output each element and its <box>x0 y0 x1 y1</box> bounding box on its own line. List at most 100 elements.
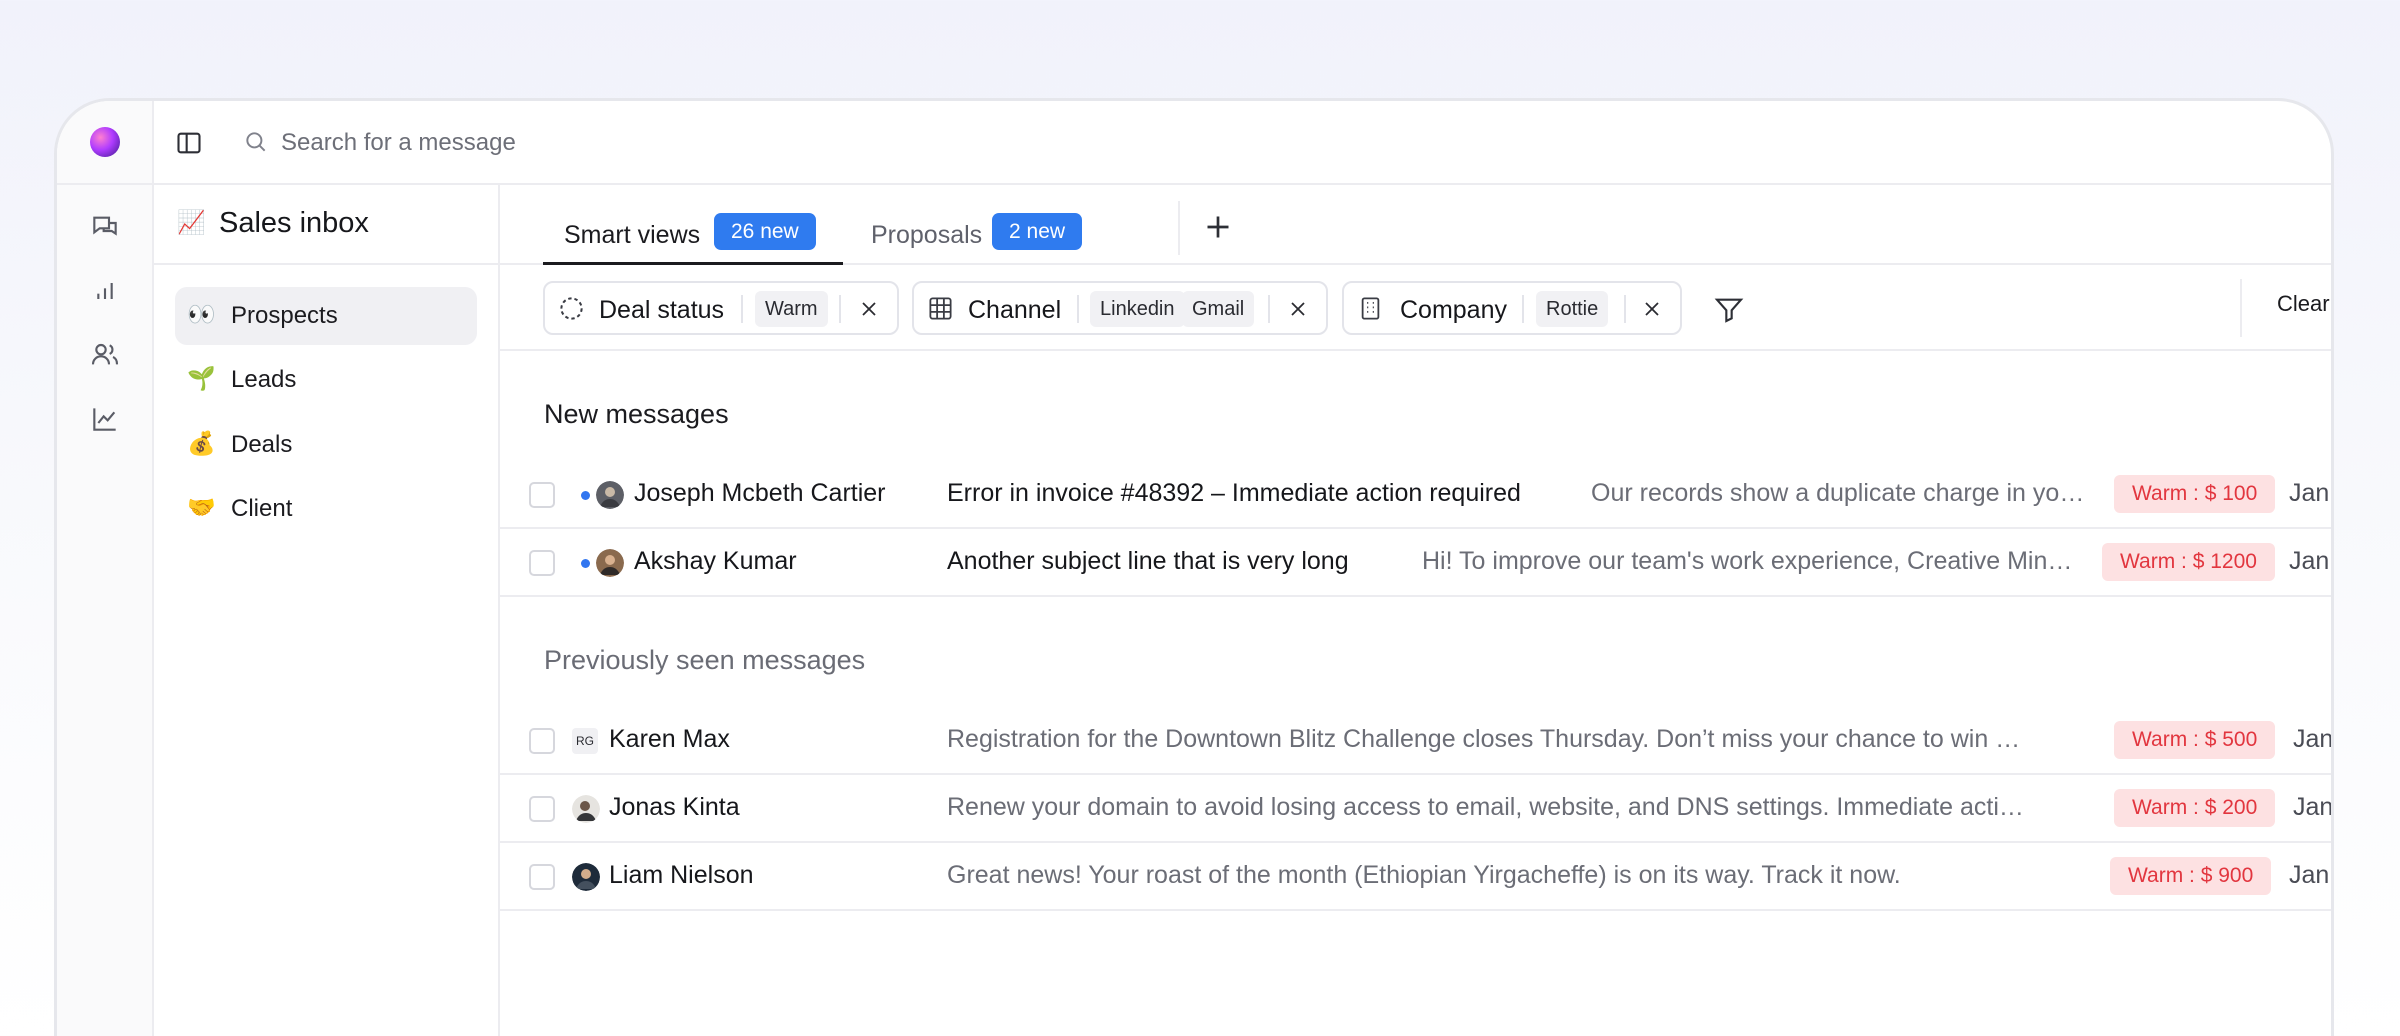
close-icon[interactable] <box>1640 297 1664 321</box>
filter-value: Gmail <box>1182 291 1255 327</box>
users-icon[interactable] <box>89 339 121 371</box>
sidebar-item-prospects[interactable]: 👀 Prospects <box>175 287 477 345</box>
filter-label: Channel <box>968 296 1062 324</box>
filter-value: Warm <box>755 291 828 327</box>
deal-tag: Warm : $ 200 <box>2114 789 2276 827</box>
message-row[interactable]: Joseph Mcbeth Cartier Error in invoice #… <box>500 461 2331 529</box>
unread-dot-icon <box>581 559 590 568</box>
filter-bar: Deal status Warm Channel Linkedin Gmail <box>500 265 2331 351</box>
bar-chart-icon[interactable] <box>89 275 121 307</box>
divider <box>1268 295 1270 323</box>
avatar <box>596 481 624 509</box>
filter-label: Company <box>1400 296 1507 324</box>
tab-label: Smart views <box>564 221 701 249</box>
row-checkbox[interactable] <box>529 728 555 754</box>
filter-label: Deal status <box>599 296 725 324</box>
clear-filters-button[interactable]: Clear <box>2277 291 2330 317</box>
deal-tag: Warm : $ 900 <box>2110 857 2272 895</box>
eyes-emoji-icon: 👀 <box>187 301 216 327</box>
message-row[interactable]: Jonas Kinta Renew your domain to avoid l… <box>500 775 2331 843</box>
deal-tag: Warm : $ 100 <box>2114 475 2276 513</box>
tab-badge: 2 new <box>992 213 1083 250</box>
message-date: Jan 20 <box>2289 547 2331 575</box>
plus-icon[interactable] <box>1200 209 1236 245</box>
message-preview: Great news! Your roast of the month (Eth… <box>947 861 1901 889</box>
message-preview: Renew your domain to avoid losing access… <box>947 793 2027 821</box>
row-checkbox[interactable] <box>529 482 555 508</box>
message-date: Jan 20 <box>2289 479 2331 507</box>
tab-label: Proposals <box>871 221 983 249</box>
filter-chip-channel[interactable]: Channel Linkedin Gmail <box>912 281 1328 335</box>
messages-icon[interactable] <box>89 211 121 243</box>
line-chart-icon[interactable] <box>89 403 121 435</box>
row-checkbox[interactable] <box>529 796 555 822</box>
avatar <box>572 863 600 891</box>
sidebar-item-label: Leads <box>231 366 297 393</box>
message-preview: Registration for the Downtown Blitz Chal… <box>947 725 2027 753</box>
avatar <box>572 795 600 823</box>
divider <box>741 295 743 323</box>
tab-smart-views[interactable]: Smart views 26 new <box>543 209 843 265</box>
message-date: Jan 20 <box>2289 861 2331 889</box>
row-checkbox[interactable] <box>529 864 555 890</box>
avatar <box>596 549 624 577</box>
search-input[interactable] <box>281 123 1181 163</box>
section-title-seen: Previously seen messages <box>544 645 866 675</box>
sidebar-item-label: Deals <box>231 431 293 458</box>
tab-proposals[interactable]: Proposals 2 new <box>850 209 1130 265</box>
grid-icon <box>929 297 952 320</box>
section-title-new: New messages <box>544 399 729 429</box>
sidebar-title: Sales inbox <box>219 207 369 239</box>
message-row[interactable]: RG Karen Max Registration for the Downto… <box>500 707 2331 775</box>
sidebar-item-label: Prospects <box>231 302 338 329</box>
filter-chip-deal-status[interactable]: Deal status Warm <box>543 281 899 335</box>
sender-name: Joseph Mcbeth Cartier <box>634 479 886 507</box>
divider <box>1077 295 1079 323</box>
message-preview: Hi! To improve our team's work experienc… <box>1422 547 2075 575</box>
filter-icon[interactable] <box>1713 293 1745 325</box>
seedling-emoji-icon: 🌱 <box>187 365 216 391</box>
deal-tag: Warm : $ 1200 <box>2102 543 2275 581</box>
top-bar <box>57 101 2331 185</box>
money-bag-emoji-icon: 💰 <box>187 430 216 456</box>
rail-header <box>57 101 152 185</box>
message-row[interactable]: Akshay Kumar Another subject line that i… <box>500 529 2331 597</box>
nav-rail <box>57 101 154 1036</box>
close-icon[interactable] <box>1286 297 1310 321</box>
message-subject: Error in invoice #48392 – Immediate acti… <box>947 479 1521 507</box>
tab-bar: Smart views 26 new Proposals 2 new <box>500 185 2331 265</box>
sidebar-header: 📈 Sales inbox <box>154 185 498 265</box>
divider <box>1522 295 1524 323</box>
unread-dot-icon <box>581 491 590 500</box>
tab-divider <box>1178 201 1180 255</box>
app-logo[interactable] <box>90 127 120 157</box>
message-subject: Another subject line that is very long <box>947 547 1349 575</box>
close-icon[interactable] <box>857 297 881 321</box>
building-icon <box>1361 297 1380 320</box>
handshake-emoji-icon: 🤝 <box>187 494 216 520</box>
divider <box>2240 279 2242 337</box>
sidebar-toggle-icon[interactable] <box>175 129 203 157</box>
sidebar-item-label: Client <box>231 495 293 522</box>
main-panel: Smart views 26 new Proposals 2 new Deal … <box>500 185 2331 1036</box>
sidebar-item-leads[interactable]: 🌱 Leads <box>175 351 477 409</box>
filter-value: Linkedin <box>1090 291 1185 327</box>
sidebar-item-client[interactable]: 🤝 Client <box>175 480 477 538</box>
avatar: RG <box>572 728 598 754</box>
sender-name: Akshay Kumar <box>634 547 797 575</box>
app-window: 📈 Sales inbox 👀 Prospects 🌱 Leads 💰 Deal… <box>54 98 2334 1036</box>
message-row[interactable]: Liam Nielson Great news! Your roast of t… <box>500 843 2331 911</box>
sidebar: 📈 Sales inbox 👀 Prospects 🌱 Leads 💰 Deal… <box>154 185 500 1036</box>
divider <box>839 295 841 323</box>
message-date: Jan 20 <box>2293 793 2334 821</box>
tab-badge: 26 new <box>714 213 816 250</box>
search-icon <box>246 132 266 152</box>
sidebar-item-deals[interactable]: 💰 Deals <box>175 416 477 474</box>
sender-name: Jonas Kinta <box>609 793 740 821</box>
filter-value: Rottie <box>1536 291 1609 327</box>
message-preview: Our records show a duplicate charge in y… <box>1591 479 2087 507</box>
sender-name: Liam Nielson <box>609 861 754 889</box>
row-checkbox[interactable] <box>529 550 555 576</box>
filter-chip-company[interactable]: Company Rottie <box>1342 281 1682 335</box>
divider <box>1624 295 1626 323</box>
